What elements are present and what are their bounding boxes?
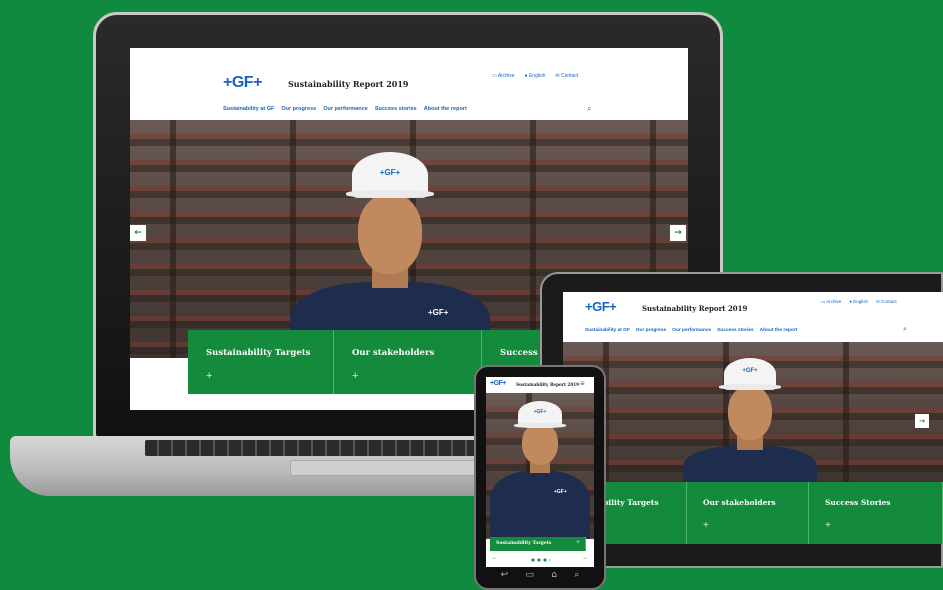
contact-link[interactable]: ✉ Contact	[555, 73, 578, 79]
slider-controls: ← →	[486, 553, 594, 567]
tile-title: Sustainability Targets	[206, 348, 311, 358]
tile-sustainability-targets[interactable]: Sustainability Targets +	[188, 330, 334, 394]
plus-icon: +	[206, 370, 213, 382]
archive-label: Archive	[497, 73, 515, 79]
contact-link[interactable]: ✉ Contact	[876, 299, 897, 305]
home-icon[interactable]: ⌂	[551, 570, 557, 586]
recent-apps-icon[interactable]: ▭	[525, 570, 534, 586]
slider-next-button[interactable]: →	[915, 414, 929, 428]
site-title: Sustainability Report 2019	[288, 79, 409, 89]
hero-image: +GF+ +GF+	[486, 393, 594, 539]
slider-next-button[interactable]: →	[670, 225, 686, 241]
laptop-keyboard	[145, 440, 485, 456]
globe-icon: ●	[849, 299, 853, 304]
helmet-logo: +GF+	[742, 368, 758, 374]
archive-label: Archive	[826, 299, 842, 304]
language-link[interactable]: ● English	[849, 299, 868, 305]
site-title: Sustainability Report 2019	[642, 304, 748, 313]
tile-our-stakeholders[interactable]: Our stakeholders +	[687, 482, 809, 544]
helmet-logo: +GF+	[379, 168, 401, 177]
tile-title: Sustainability Targets	[496, 541, 552, 546]
tile-sustainability-targets[interactable]: Sustainability Targets +	[490, 537, 586, 551]
nav-about[interactable]: About the report	[760, 328, 798, 333]
gf-logo[interactable]: +GF+	[490, 380, 506, 387]
slider-dots	[530, 558, 550, 562]
site-header: +GF+ Sustainability Report 2019 ≡	[486, 377, 594, 393]
shirt-logo: +GF+	[554, 489, 567, 495]
folder-icon: ▭	[821, 299, 826, 304]
gf-logo[interactable]: +GF+	[223, 74, 262, 92]
mail-icon: ✉	[876, 299, 880, 304]
nav-sustainability[interactable]: Sustainability at GF	[585, 328, 630, 333]
language-link[interactable]: ● English	[525, 73, 546, 79]
tile-title: Our stakeholders	[703, 498, 776, 507]
contact-label: Contact	[881, 299, 897, 304]
helmet-logo: +GF+	[533, 409, 547, 415]
nav-about[interactable]: About the report	[424, 106, 467, 112]
menu-icon[interactable]: ≡	[580, 379, 585, 388]
teaser-tiles: ainability Targets Our stakeholders + Su…	[563, 482, 943, 544]
site-header: +GF+ Sustainability Report 2019 ▭ Archiv…	[563, 292, 943, 342]
phone-screen: +GF+ Sustainability Report 2019 ≡ +GF+ +…	[486, 377, 594, 567]
contact-label: Contact	[560, 73, 579, 79]
nav-success-stories[interactable]: Success stories	[717, 328, 754, 333]
nav-performance[interactable]: Our performance	[323, 106, 368, 112]
folder-icon: ▭	[492, 73, 497, 79]
gf-logo[interactable]: +GF+	[585, 299, 617, 314]
plus-icon: +	[825, 520, 831, 531]
back-icon[interactable]: ↩	[501, 570, 509, 586]
language-label: English	[853, 299, 869, 304]
phone-nav-bar: ↩ ▭ ⌂ ⌕	[492, 570, 588, 586]
plus-icon: +	[703, 520, 709, 531]
site-title: Sustainability Report 2019	[516, 382, 580, 387]
utility-nav: ▭ Archive ● English ✉ Contact	[492, 73, 578, 79]
worker-figure: +GF+ +GF+	[280, 148, 500, 358]
nav-progress[interactable]: Our progress	[281, 106, 316, 112]
worker-figure: +GF+ +GF+	[488, 399, 592, 539]
globe-icon: ●	[524, 73, 528, 79]
tile-title: Our stakeholders	[352, 348, 435, 358]
archive-link[interactable]: ▭ Archive	[492, 73, 515, 79]
nav-performance[interactable]: Our performance	[672, 328, 711, 333]
utility-nav: ▭ Archive ● English ✉ Contact	[821, 299, 897, 305]
search-icon[interactable]: ⌕	[903, 326, 907, 334]
slider-prev-button[interactable]: ←	[492, 555, 498, 561]
plus-icon: +	[576, 539, 581, 546]
worker-figure: +GF+	[675, 354, 825, 482]
tile-our-stakeholders[interactable]: Our stakeholders +	[334, 330, 482, 394]
archive-link[interactable]: ▭ Archive	[821, 299, 841, 305]
nav-progress[interactable]: Our progress	[636, 328, 666, 333]
mail-icon: ✉	[555, 73, 560, 79]
site-header: +GF+ Sustainability Report 2019 ▭ Archiv…	[130, 48, 688, 120]
tablet-screen: +GF+ Sustainability Report 2019 ▭ Archiv…	[563, 292, 943, 544]
slider-prev-button[interactable]: ←	[130, 225, 146, 241]
nav-success-stories[interactable]: Success stories	[375, 106, 417, 112]
nav-sustainability[interactable]: Sustainability at GF	[223, 106, 274, 112]
search-icon[interactable]: ⌕	[587, 104, 591, 114]
search-icon[interactable]: ⌕	[574, 570, 579, 586]
tile-title: Success Stories	[825, 498, 891, 507]
main-nav: Sustainability at GF Our progress Our pe…	[223, 106, 467, 112]
tile-success-stories[interactable]: Success Stories +	[809, 482, 943, 544]
laptop-trackpad	[290, 460, 490, 476]
plus-icon: +	[352, 370, 359, 382]
main-nav: Sustainability at GF Our progress Our pe…	[585, 328, 797, 333]
shirt-logo: +GF+	[428, 308, 449, 317]
language-label: English	[528, 73, 546, 79]
slider-next-button[interactable]: →	[582, 555, 588, 561]
hero-image: +GF+ →	[563, 342, 943, 482]
